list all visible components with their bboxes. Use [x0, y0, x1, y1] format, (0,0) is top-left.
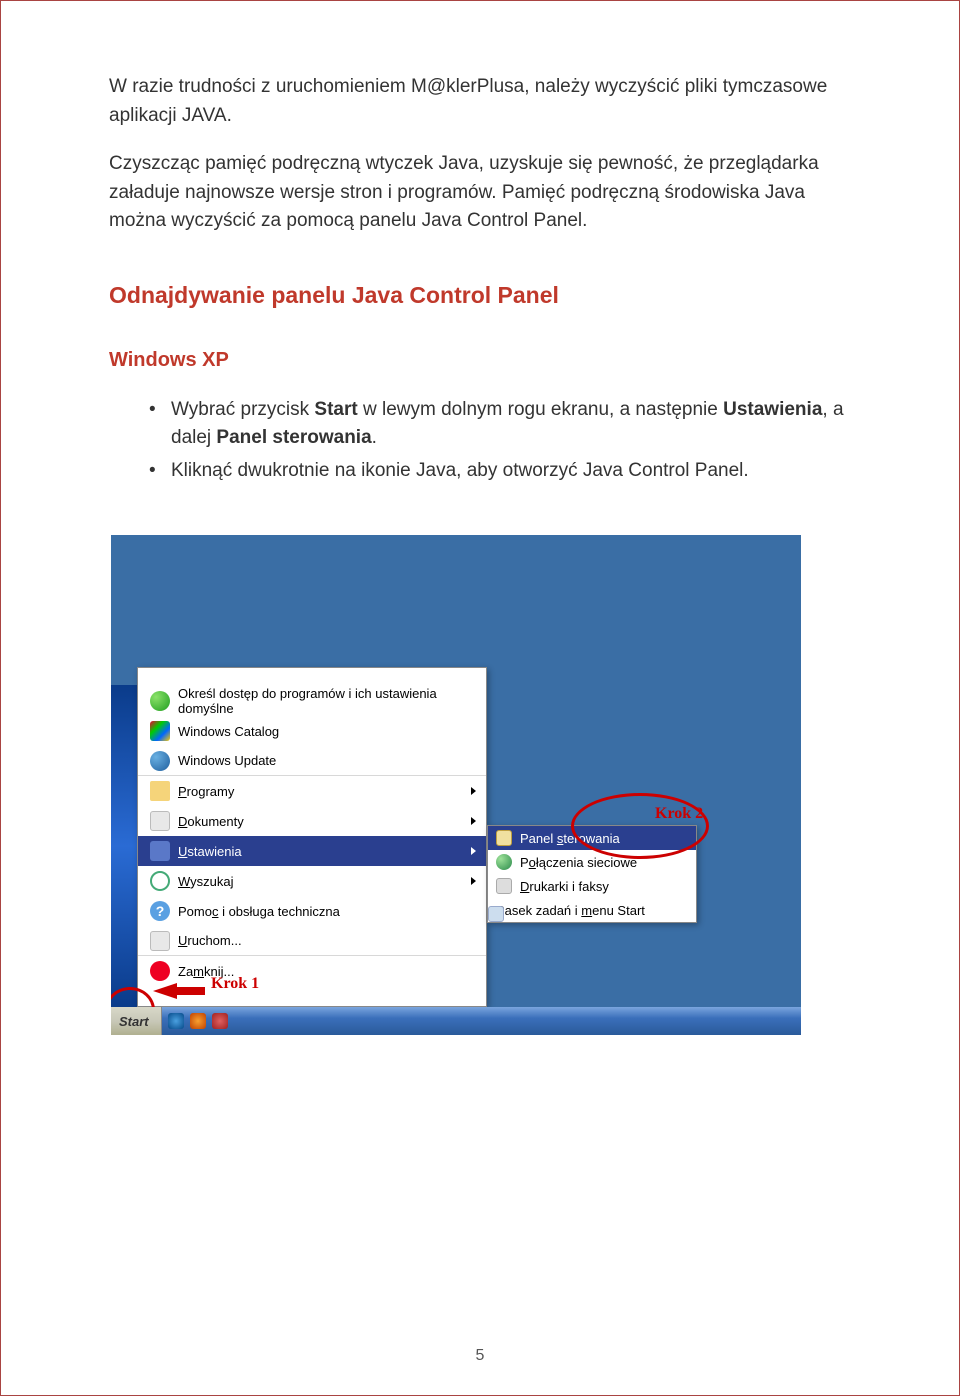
submenu-taskbar[interactable]: Pasek zadań i menu Start — [488, 898, 696, 922]
menu-item-help[interactable]: ? Pomoc i obsługa techniczna — [138, 896, 486, 926]
heading-find-panel: Odnajdywanie panelu Java Control Panel — [109, 282, 865, 309]
xp-sidebar-text: Windows XP Professional — [111, 817, 113, 1001]
start-button[interactable]: Start — [111, 1007, 162, 1035]
help-icon: ? — [150, 901, 170, 921]
bold-start: Start — [314, 399, 357, 420]
start-menu: Określ dostęp do programów i ich ustawie… — [137, 667, 487, 1007]
bold-panel-sterowania: Panel sterowania — [216, 427, 371, 448]
menu-item-programs[interactable]: Programy — [138, 776, 486, 806]
subheading-winxp: Windows XP — [109, 349, 865, 372]
chevron-right-icon — [471, 877, 476, 885]
taskbar: Start — [111, 1007, 801, 1035]
control-panel-icon — [496, 830, 512, 846]
search-icon — [150, 871, 170, 891]
windows-update-icon — [150, 751, 170, 771]
network-icon — [496, 854, 512, 870]
taskbar-settings-icon — [488, 906, 504, 922]
list-item: Wybrać przycisk Start w lewym dolnym rog… — [149, 396, 865, 453]
power-icon — [150, 961, 170, 981]
menu-item-run[interactable]: Uruchom... — [138, 926, 486, 956]
paragraph-2: Czyszcząc pamięć podręczną wtyczek Java,… — [109, 150, 865, 236]
ie-icon[interactable] — [168, 1013, 184, 1029]
instruction-list: Wybrać przycisk Start w lewym dolnym rog… — [109, 396, 865, 486]
settings-icon — [150, 841, 170, 861]
menu-item-windows-update[interactable]: Windows Update — [138, 746, 486, 776]
chevron-right-icon — [471, 847, 476, 855]
programs-access-icon — [150, 691, 170, 711]
firefox-icon[interactable] — [190, 1013, 206, 1029]
menu-item-set-defaults[interactable]: Określ dostęp do programów i ich ustawie… — [138, 686, 486, 716]
annotation-step-1: Krok 1 — [211, 975, 259, 993]
documents-icon — [150, 811, 170, 831]
bold-ustawienia: Ustawienia — [723, 399, 822, 420]
menu-item-settings[interactable]: Ustawienia — [138, 836, 486, 866]
annotation-circle-2 — [571, 793, 709, 859]
chevron-right-icon — [471, 787, 476, 795]
folder-icon — [150, 781, 170, 801]
annotation-arrow-head — [153, 983, 177, 999]
paragraph-1: W razie trudności z uruchomieniem M@kler… — [109, 73, 865, 130]
annotation-arrow-tail — [175, 987, 205, 995]
printer-icon — [496, 878, 512, 894]
run-icon — [150, 931, 170, 951]
chevron-right-icon — [471, 817, 476, 825]
mozilla-icon[interactable] — [212, 1013, 228, 1029]
list-item: Kliknąć dwukrotnie na ikonie Java, aby o… — [149, 457, 865, 486]
menu-item-documents[interactable]: Dokumenty — [138, 806, 486, 836]
menu-item-windows-catalog[interactable]: Windows Catalog — [138, 716, 486, 746]
xp-sidebar: Windows XP Professional — [111, 685, 137, 1007]
windows-flag-icon — [150, 721, 170, 741]
submenu-printers[interactable]: Drukarki i faksy — [488, 874, 696, 898]
page-number: 5 — [1, 1347, 959, 1365]
menu-item-shutdown[interactable]: Zamknij... — [138, 956, 486, 986]
screenshot-start-menu: Windows XP Professional Określ dostęp do… — [111, 535, 801, 1035]
menu-item-search[interactable]: Wyszukaj — [138, 866, 486, 896]
